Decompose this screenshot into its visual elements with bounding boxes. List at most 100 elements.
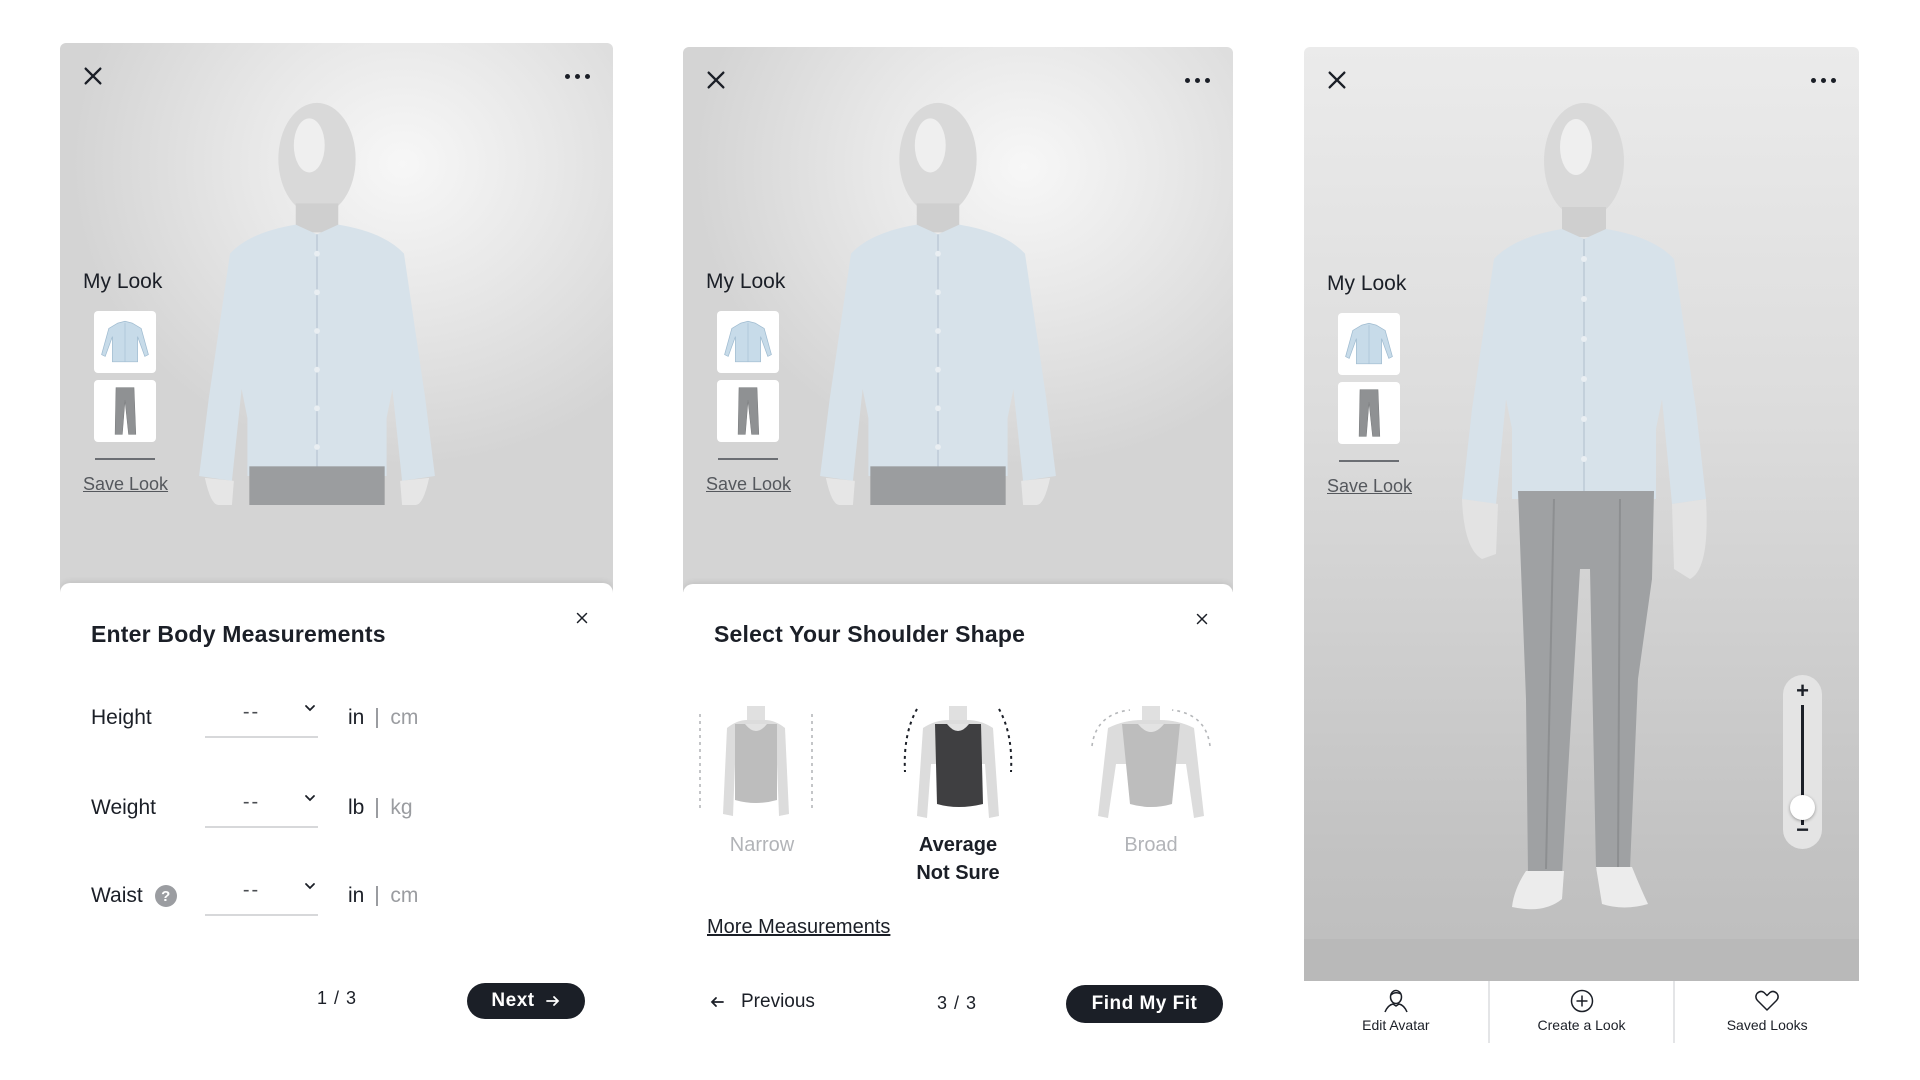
close-icon[interactable] <box>1322 65 1352 95</box>
close-icon[interactable] <box>701 65 731 95</box>
my-look-title: My Look <box>706 270 786 293</box>
mannequin-avatar <box>793 99 1083 505</box>
save-look-link[interactable]: Save Look <box>1327 476 1412 497</box>
divider <box>718 458 778 460</box>
previous-button[interactable]: Previous <box>709 991 815 1013</box>
close-icon[interactable] <box>78 61 108 91</box>
unit-separator <box>376 886 379 906</box>
my-look-title: My Look <box>1327 272 1407 295</box>
weight-select[interactable]: -- <box>205 788 318 828</box>
find-my-fit-button[interactable]: Find My Fit <box>1066 985 1223 1023</box>
arrow-left-icon <box>710 997 724 1007</box>
shape-sublabel: Not Sure <box>916 862 1000 884</box>
avatar-icon <box>1384 989 1408 1013</box>
unit-separator <box>376 708 379 728</box>
height-label-text: Height <box>91 706 152 729</box>
sheet-title: Select Your Shoulder Shape <box>714 621 1026 647</box>
unit-kg[interactable]: kg <box>390 796 412 820</box>
my-look-panel: My Look Save Look <box>1327 272 1437 497</box>
plus-circle-icon <box>1570 989 1593 1013</box>
shape-label: Narrow <box>729 834 795 856</box>
zoom-out-button[interactable]: − <box>1783 817 1822 843</box>
shirt-thumbnail[interactable] <box>94 311 156 373</box>
step-indicator: 3 / 3 <box>937 993 978 1013</box>
height-label: Height <box>91 706 211 730</box>
more-measurements-link[interactable]: More Measurements <box>707 916 890 939</box>
my-look-panel: My Look Save Look <box>83 270 193 495</box>
waist-unit-toggle: in cm <box>348 884 418 908</box>
weight-label: Weight <box>91 796 211 820</box>
sheet-title: Enter Body Measurements <box>91 621 386 647</box>
more-horizontal-icon[interactable] <box>1179 67 1215 93</box>
help-icon[interactable]: ? <box>154 885 177 907</box>
shoulder-options: Narrow Average Not Sure Broad <box>683 704 1233 904</box>
shape-label: Average <box>918 834 998 856</box>
close-sheet-icon[interactable] <box>569 605 595 631</box>
close-sheet-icon[interactable] <box>1189 606 1215 632</box>
find-my-fit-label: Find My Fit <box>1091 993 1198 1014</box>
more-horizontal-icon[interactable] <box>1805 67 1841 93</box>
shape-option-narrow[interactable]: Narrow <box>697 704 827 859</box>
zoom-in-button[interactable]: + <box>1783 678 1822 704</box>
save-look-link[interactable]: Save Look <box>83 474 168 495</box>
zoom-slider-handle[interactable] <box>1790 794 1815 820</box>
previous-label: Previous <box>741 991 815 1012</box>
arrow-right-icon <box>545 996 559 1006</box>
avatar-stage[interactable]: My Look Save Look <box>683 47 1233 592</box>
nav-saved-looks[interactable]: Saved Looks <box>1673 981 1859 1043</box>
unit-in[interactable]: in <box>348 884 364 908</box>
broad-shoulder-icon <box>1091 706 1211 818</box>
measurements-panel: My Look Save Look Enter Body Measurement… <box>60 43 613 1063</box>
height-select[interactable]: -- <box>205 698 318 738</box>
unit-lb[interactable]: lb <box>348 796 364 820</box>
bottom-nav: Edit Avatar Create a Look Saved Looks <box>1304 981 1859 1043</box>
unit-separator <box>376 798 379 818</box>
divider <box>1339 460 1399 462</box>
my-look-panel: My Look Save Look <box>706 270 816 495</box>
weight-value: -- <box>242 790 261 813</box>
shirt-thumbnail[interactable] <box>717 311 779 373</box>
nav-label: Saved Looks <box>1726 1017 1808 1033</box>
narrow-shoulder-icon <box>699 706 813 816</box>
unit-in[interactable]: in <box>348 706 364 730</box>
waist-label: Waist ? <box>91 884 211 908</box>
chevron-down-icon <box>304 794 316 802</box>
pants-thumbnail[interactable] <box>1338 382 1400 444</box>
shape-label: Broad <box>1124 834 1178 856</box>
avatar-stage[interactable]: My Look Save Look + − <box>1304 47 1859 981</box>
chevron-down-icon <box>304 882 316 890</box>
pants-thumbnail[interactable] <box>94 380 156 442</box>
height-row: Height -- in cm <box>91 698 583 738</box>
shape-option-average[interactable]: Average Not Sure <box>893 704 1023 887</box>
avatar-viewer-panel: My Look Save Look + − Edit Avatar Create… <box>1304 47 1859 1043</box>
shoulder-shape-sheet: Select Your Shoulder Shape Narrow Averag… <box>683 584 1233 1063</box>
divider <box>95 458 155 460</box>
pants-thumbnail[interactable] <box>717 380 779 442</box>
shape-option-broad[interactable]: Broad <box>1086 704 1216 859</box>
mannequin-avatar <box>1434 99 1734 959</box>
avatar-stage[interactable]: My Look Save Look <box>60 43 613 593</box>
average-shoulder-icon <box>903 706 1013 818</box>
unit-cm[interactable]: cm <box>390 706 418 730</box>
weight-row: Weight -- lb kg <box>91 788 583 828</box>
heart-icon <box>1755 990 1780 1011</box>
waist-row: Waist ? -- in cm <box>91 876 583 916</box>
nav-label: Create a Look <box>1537 1017 1626 1033</box>
zoom-slider[interactable]: + − <box>1783 675 1822 849</box>
next-label: Next <box>491 990 535 1011</box>
nav-edit-avatar[interactable]: Edit Avatar <box>1304 981 1488 1043</box>
waist-label-text: Waist <box>91 884 143 907</box>
nav-create-look[interactable]: Create a Look <box>1487 981 1674 1043</box>
more-horizontal-icon[interactable] <box>559 63 595 89</box>
weight-label-text: Weight <box>91 796 156 819</box>
chevron-down-icon <box>304 704 316 712</box>
waist-value: -- <box>242 878 261 901</box>
next-button[interactable]: Next <box>467 983 585 1019</box>
height-unit-toggle: in cm <box>348 706 418 730</box>
save-look-link[interactable]: Save Look <box>706 474 791 495</box>
mannequin-avatar <box>172 99 462 505</box>
height-value: -- <box>242 700 261 723</box>
shirt-thumbnail[interactable] <box>1338 313 1400 375</box>
waist-select[interactable]: -- <box>205 876 318 916</box>
unit-cm[interactable]: cm <box>390 884 418 908</box>
